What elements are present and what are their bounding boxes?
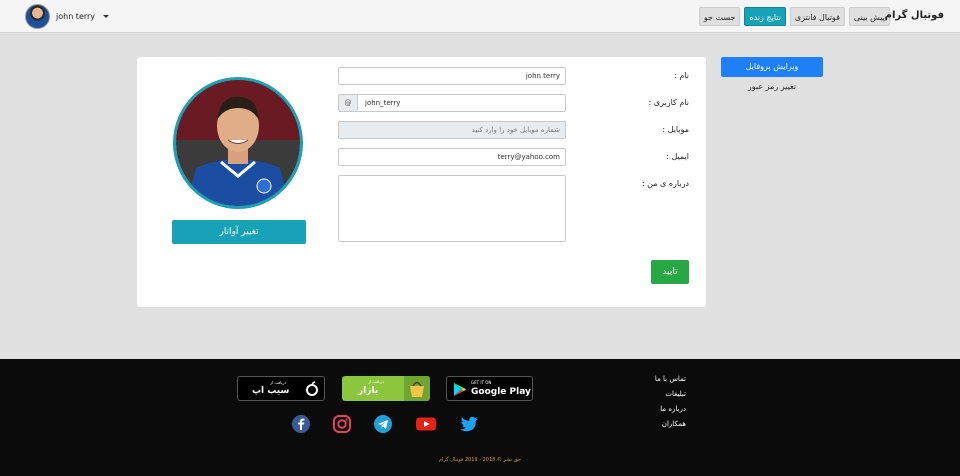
nav-links: جست جو نتایج زنده فوتبال فانتزی پیش بینی	[698, 7, 890, 26]
copyright-text: حق نشر © 2018 - 2019 فوتبال گرام	[439, 457, 521, 463]
sibapp-big-text: سیب اپ	[252, 386, 290, 396]
footer-links: تماس با ما تبلیغات درباره ما همکاران	[606, 372, 686, 432]
twitter-icon[interactable]	[458, 414, 480, 434]
bazaar-badge[interactable]: دریافت از بازار	[342, 376, 430, 401]
change-avatar-button[interactable]: تغییر آواتار	[172, 220, 306, 244]
top-navbar: john terry جست جو نتایج زنده فوتبال فانت…	[0, 0, 960, 33]
about-label: درباره ی من :	[641, 179, 689, 188]
sibapp-icon	[306, 381, 318, 396]
name-label: نام :	[674, 71, 689, 80]
at-sign-icon: @	[339, 95, 358, 111]
facebook-icon[interactable]	[290, 414, 312, 434]
bazaar-icon-box	[404, 376, 430, 401]
avatar[interactable]	[25, 4, 50, 29]
user-menu[interactable]: john terry	[25, 4, 110, 29]
sibapp-small-text: دریافت از	[270, 380, 287, 385]
nav-fantasy-football[interactable]: فوتبال فانتزی	[789, 7, 845, 26]
bazaar-big-text: بازار	[358, 386, 379, 396]
submit-button[interactable]: تایید	[651, 260, 689, 284]
change-password-link[interactable]: تغییر رمز عبور	[721, 82, 823, 91]
play-small-text: GET IT ON	[471, 380, 492, 385]
username-label: نام کاربری :	[648, 98, 689, 107]
edit-profile-button[interactable]: ویرایش پروفایل	[721, 57, 823, 77]
bazaar-bag-icon	[410, 381, 424, 397]
telegram-icon[interactable]	[372, 414, 394, 434]
profile-avatar	[173, 77, 303, 209]
footer-link-ads[interactable]: تبلیغات	[606, 387, 686, 402]
google-play-icon	[454, 383, 466, 396]
youtube-icon[interactable]	[415, 414, 437, 434]
mobile-label: موبایل :	[662, 125, 689, 134]
sibapp-badge[interactable]: دریافت از سیب اپ	[237, 376, 325, 401]
username-value: john_terry	[365, 99, 401, 107]
google-play-badge[interactable]: GET IT ON Google Play	[446, 376, 533, 401]
nav-live-results[interactable]: نتایج زنده	[744, 7, 786, 26]
footer-link-partners[interactable]: همکاران	[606, 417, 686, 432]
chevron-down-icon[interactable]	[103, 15, 110, 18]
play-big-text: Google Play	[471, 387, 531, 397]
email-label: ایمیل :	[666, 152, 689, 161]
mobile-field[interactable]: شماره موبایل خود را وارد کنید	[338, 121, 566, 139]
email-field[interactable]: terry@yahoo.com	[338, 148, 566, 166]
user-name[interactable]: john terry	[56, 12, 95, 21]
nav-search[interactable]: جست جو	[698, 7, 741, 26]
instagram-icon[interactable]	[331, 414, 353, 434]
profile-card: تغییر آواتار نام : john terry نام کاربری…	[137, 57, 706, 307]
name-field[interactable]: john terry	[338, 67, 566, 85]
username-field[interactable]: @ john_terry	[338, 94, 566, 112]
footer: تماس با ما تبلیغات درباره ما همکاران دری…	[0, 359, 960, 476]
about-textarea[interactable]	[338, 175, 566, 242]
footer-link-contact[interactable]: تماس با ما	[606, 372, 686, 387]
bazaar-small-text: دریافت از	[368, 379, 385, 384]
brand-logo[interactable]: فوتبال گرام	[885, 10, 944, 21]
footer-link-about[interactable]: درباره ما	[606, 402, 686, 417]
